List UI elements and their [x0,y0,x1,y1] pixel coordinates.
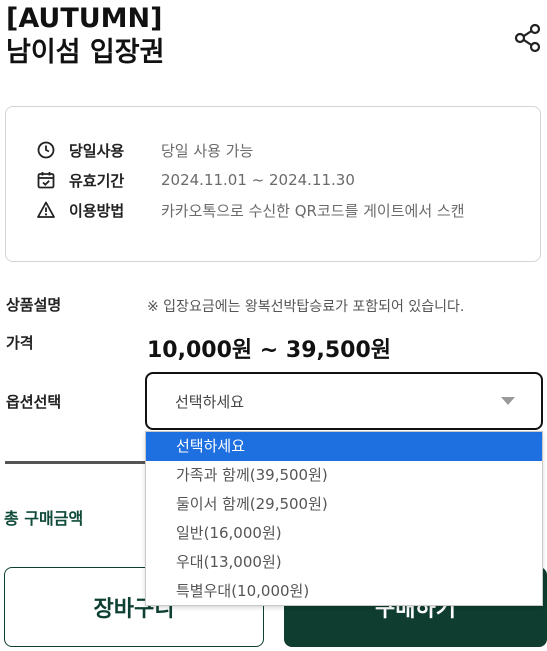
total-price-label: 총 구매금액 [4,509,84,528]
option-label: 옵션선택 [6,393,62,411]
ticket-info-box: 당일사용 당일 사용 가능 유효기간 2024.11.01 ~ 2024.11.… [5,106,541,262]
option-item[interactable]: 일반(16,000원) [146,519,542,548]
info-label: 당일사용 [69,141,125,160]
option-item[interactable]: 우대(13,000원) [146,548,542,577]
chevron-down-icon [501,397,515,405]
info-value: 당일 사용 가능 [161,141,254,160]
product-page: [AUTUMN] 남이섬 입장권 당일사용 당일 사용 가능 유효기간 2024… [0,0,547,651]
option-select[interactable]: 선택하세요 [145,372,543,430]
share-icon [514,23,541,53]
info-value: 카카오톡으로 수신한 QR코드를 게이트에서 스캔 [161,201,465,220]
info-row-method: 이용방법 카카오톡으로 수신한 QR코드를 게이트에서 스캔 [36,198,465,222]
price-range: 10,000원 ~ 39,500원 [147,338,392,363]
info-row-validity: 유효기간 2024.11.01 ~ 2024.11.30 [36,168,355,192]
clock-icon [36,140,56,160]
select-current-value: 선택하세요 [175,393,245,411]
title-line-1: [AUTUMN] [6,3,163,34]
warning-icon [36,200,56,220]
title-line-2: 남이섬 입장권 [6,37,165,68]
info-label: 유효기간 [69,171,125,190]
info-row-usage: 당일사용 당일 사용 가능 [36,138,253,162]
option-item[interactable]: 선택하세요 [146,432,542,461]
description-label: 상품설명 [6,296,62,314]
option-item[interactable]: 둘이서 함께(29,500원) [146,490,542,519]
page-title: [AUTUMN] 남이섬 입장권 [6,2,164,70]
price-label: 가격 [6,334,34,352]
option-item[interactable]: 가족과 함께(39,500원) [146,461,542,490]
option-item[interactable]: 특별우대(10,000원) [146,577,542,606]
calendar-check-icon [36,170,56,190]
info-label: 이용방법 [69,201,125,220]
option-dropdown-list: 선택하세요 가족과 함께(39,500원) 둘이서 함께(29,500원) 일반… [145,431,543,606]
share-button[interactable] [512,22,544,54]
description-notice: ※ 입장요금에는 왕복선박탑승료가 포함되어 있습니다. [147,299,465,315]
info-value: 2024.11.01 ~ 2024.11.30 [161,171,355,189]
